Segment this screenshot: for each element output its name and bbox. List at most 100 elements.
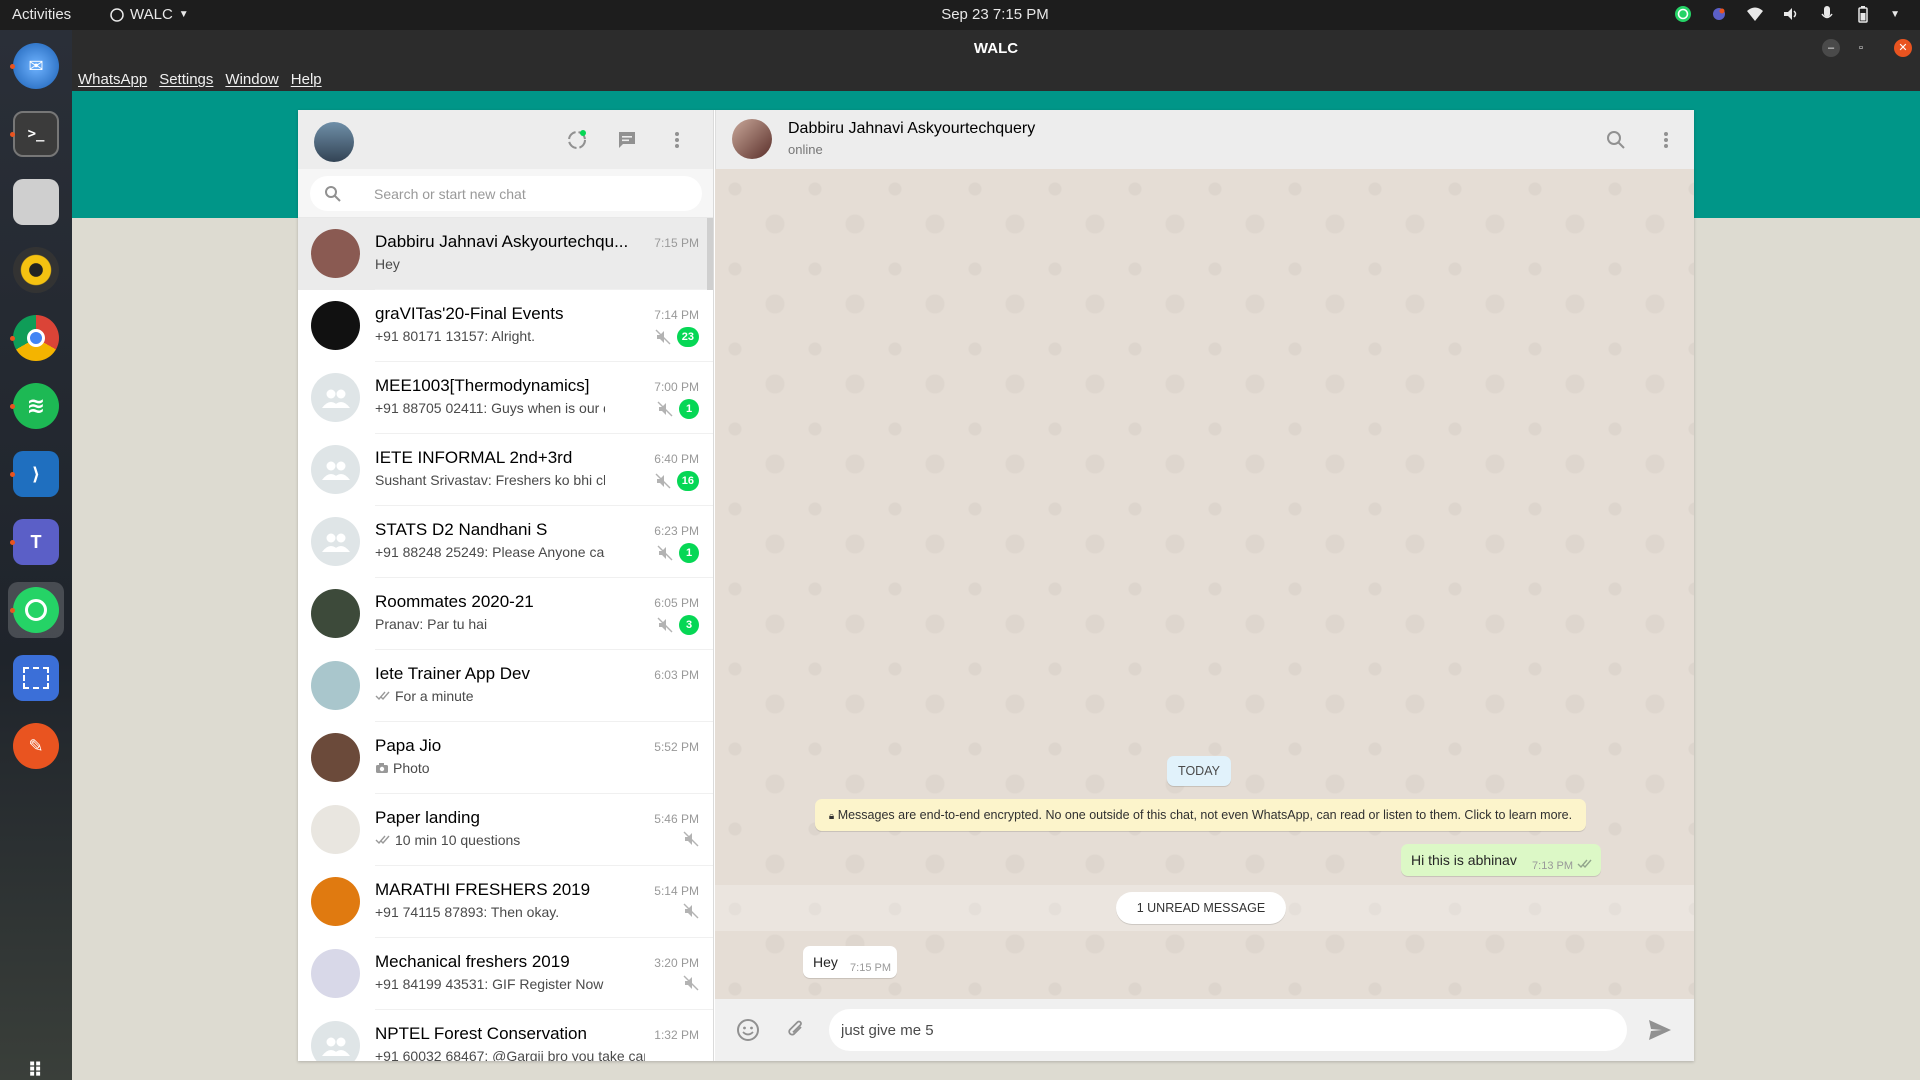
dock-rhythmbox[interactable] (8, 242, 64, 298)
battery-icon[interactable] (1854, 5, 1872, 23)
chat-list-panel: Dabbiru Jahnavi Askyourtechqu... 7:15 PM… (298, 110, 714, 1061)
dock-teams[interactable]: T (8, 514, 64, 570)
thunderbird-icon: ✉ (13, 43, 59, 89)
chat-name: Roommates 2020-21 (375, 592, 534, 611)
chat-list-item[interactable]: Iete Trainer App Dev 6:03 PM For a minut… (298, 650, 713, 722)
attach-icon[interactable] (783, 1017, 809, 1043)
chat-name: Mechanical freshers 2019 (375, 952, 570, 971)
chat-list-item[interactable]: Paper landing 5:46 PM 10 min 10 question… (298, 794, 713, 866)
dock-chrome[interactable] (8, 310, 64, 366)
encryption-text: Messages are end-to-end encrypted. No on… (837, 808, 1573, 822)
emoji-icon[interactable] (735, 1017, 761, 1043)
chat-avatar (311, 877, 360, 926)
dock-vscode[interactable]: ⟩ (8, 446, 64, 502)
double-check-icon (375, 835, 390, 845)
status-icon[interactable] (564, 127, 590, 153)
chat-last-message-text: +91 74115 87893: Then okay. (375, 904, 560, 920)
chat-last-message-text: 10 min 10 questions (395, 832, 521, 848)
my-profile-avatar[interactable] (314, 122, 354, 162)
chat-body: MARATHI FRESHERS 2019 5:14 PM +91 74115 … (375, 866, 713, 938)
chat-avatar (311, 733, 360, 782)
chat-time: 6:03 PM (654, 668, 699, 682)
chat-last-message: +91 60032 68467: @Gargij bro you take ca… (375, 1048, 645, 1061)
chat-time: 3:20 PM (654, 956, 699, 970)
whatsapp-tray-icon[interactable] (1674, 5, 1692, 23)
search-input[interactable] (374, 176, 684, 211)
message-text: Hi this is abhinav (1411, 852, 1517, 868)
clock[interactable]: Sep 23 7:15 PM (0, 6, 1920, 23)
muted-icon (657, 617, 673, 633)
show-applications[interactable]: ⠿ (8, 1042, 64, 1080)
close-button[interactable]: ✕ (1894, 39, 1912, 57)
chat-name: graVITas'20-Final Events (375, 304, 564, 323)
menu-window[interactable]: Window (225, 71, 278, 88)
search-icon[interactable] (1603, 127, 1629, 153)
chat-avatar (311, 589, 360, 638)
menu-help[interactable]: Help (291, 71, 322, 88)
chevron-down-icon[interactable]: ▼ (1890, 9, 1900, 20)
conversation-header[interactable]: Dabbiru Jahnavi Askyourtechquery online (715, 110, 1694, 169)
message-input[interactable] (829, 1009, 1627, 1051)
outgoing-message[interactable]: Hi this is abhinav 7:13 PM (1401, 844, 1601, 876)
search-box[interactable] (310, 176, 702, 211)
dock-spotify[interactable]: ≋ (8, 378, 64, 434)
chat-time: 7:15 PM (654, 236, 699, 250)
chat-list-item[interactable]: STATS D2 Nandhani S 6:23 PM +91 88248 25… (298, 506, 713, 578)
chat-name: IETE INFORMAL 2nd+3rd (375, 448, 573, 467)
chat-last-message-text: +91 84199 43531: GIF Register Now : http… (375, 976, 605, 992)
dock-walc[interactable] (8, 582, 64, 638)
chat-list-item[interactable]: Roommates 2020-21 6:05 PM Pranav: Par tu… (298, 578, 713, 650)
chat-name: STATS D2 Nandhani S (375, 520, 548, 539)
system-tray[interactable]: ▼ (1674, 5, 1900, 23)
dock-inkscape[interactable]: ✎ (8, 718, 64, 774)
dock-files[interactable] (8, 174, 64, 230)
dock-terminal[interactable]: >_ (8, 106, 64, 162)
chat-time: 1:32 PM (654, 1028, 699, 1042)
microphone-icon[interactable] (1818, 5, 1836, 23)
chat-list-item[interactable]: Papa Jio 5:52 PM Photo (298, 722, 713, 794)
music-player-icon (13, 247, 59, 293)
menu-whatsapp[interactable]: WhatsApp (78, 71, 147, 88)
encryption-notice[interactable]: 🔒︎ Messages are end-to-end encrypted. No… (815, 799, 1586, 831)
contact-name[interactable]: Dabbiru Jahnavi Askyourtechquery (788, 120, 1035, 138)
chat-list-item[interactable]: Dabbiru Jahnavi Askyourtechqu... 7:15 PM… (298, 218, 713, 290)
unread-count-badge: 23 (676, 327, 699, 347)
chat-body: Dabbiru Jahnavi Askyourtechqu... 7:15 PM… (375, 218, 713, 290)
chat-list-scrollbar[interactable] (707, 218, 713, 290)
window-titlebar[interactable]: WALC – ▫ ✕ (72, 30, 1920, 67)
contact-avatar[interactable] (732, 119, 772, 159)
double-check-icon (375, 691, 390, 701)
chat-last-message: +91 84199 43531: GIF Register Now : http… (375, 976, 605, 992)
chat-list-item[interactable]: Mechanical freshers 2019 3:20 PM +91 841… (298, 938, 713, 1010)
chat-name: Dabbiru Jahnavi Askyourtechqu... (375, 232, 629, 251)
chat-list-item[interactable]: NPTEL Forest Conservation 1:32 PM +91 60… (298, 1010, 713, 1061)
composer (715, 999, 1694, 1061)
muted-icon (683, 975, 699, 991)
incoming-message[interactable]: Hey 7:15 PM (803, 946, 897, 978)
chat-last-message: +91 74115 87893: Then okay. (375, 904, 605, 920)
restore-button[interactable]: ▫ (1852, 39, 1870, 57)
teams-tray-icon[interactable] (1710, 5, 1728, 23)
lock-icon: 🔒︎ (828, 811, 835, 822)
chat-name: Paper landing (375, 808, 480, 827)
menu-settings[interactable]: Settings (159, 71, 213, 88)
dock-screenshot[interactable] (8, 650, 64, 706)
minimize-button[interactable]: – (1822, 39, 1840, 57)
dock-thunderbird[interactable]: ✉ (8, 38, 64, 94)
chat-list-item[interactable]: MARATHI FRESHERS 2019 5:14 PM +91 74115 … (298, 866, 713, 938)
chat-list-item[interactable]: MEE1003[Thermodynamics] 7:00 PM +91 8870… (298, 362, 713, 434)
chat-list-item[interactable]: graVITas'20-Final Events 7:14 PM +91 801… (298, 290, 713, 362)
menu-kebab-icon[interactable] (664, 127, 690, 153)
chat-list-item[interactable]: IETE INFORMAL 2nd+3rd 6:40 PM Sushant Sr… (298, 434, 713, 506)
wifi-icon[interactable] (1746, 5, 1764, 23)
menu-kebab-icon[interactable] (1653, 127, 1679, 153)
chrome-icon (13, 315, 59, 361)
chat-last-message-text: Pranav: Par tu hai (375, 616, 488, 632)
chat-body: Roommates 2020-21 6:05 PM Pranav: Par tu… (375, 578, 713, 650)
unread-count-badge: 1 (679, 543, 699, 563)
unread-count-badge: 3 (679, 615, 699, 635)
send-icon[interactable] (1647, 1017, 1673, 1043)
volume-icon[interactable] (1782, 5, 1800, 23)
new-chat-icon[interactable] (614, 127, 640, 153)
chat-list: Dabbiru Jahnavi Askyourtechqu... 7:15 PM… (298, 218, 713, 1061)
